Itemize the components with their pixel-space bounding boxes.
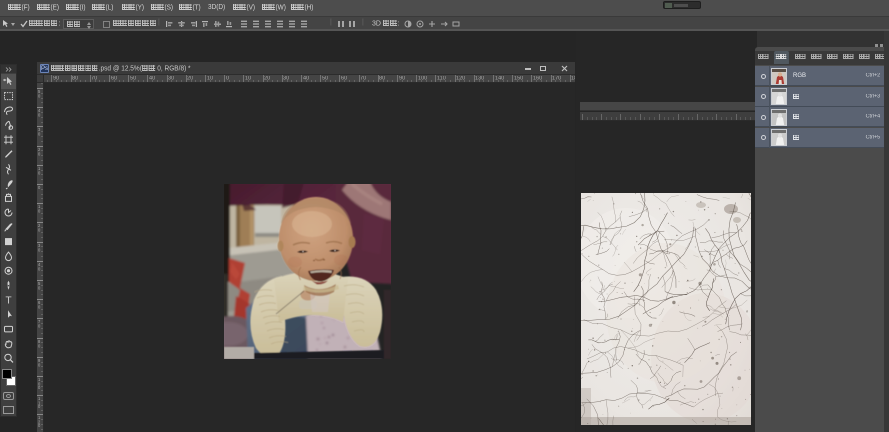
svg-text:T: T (5, 296, 11, 307)
